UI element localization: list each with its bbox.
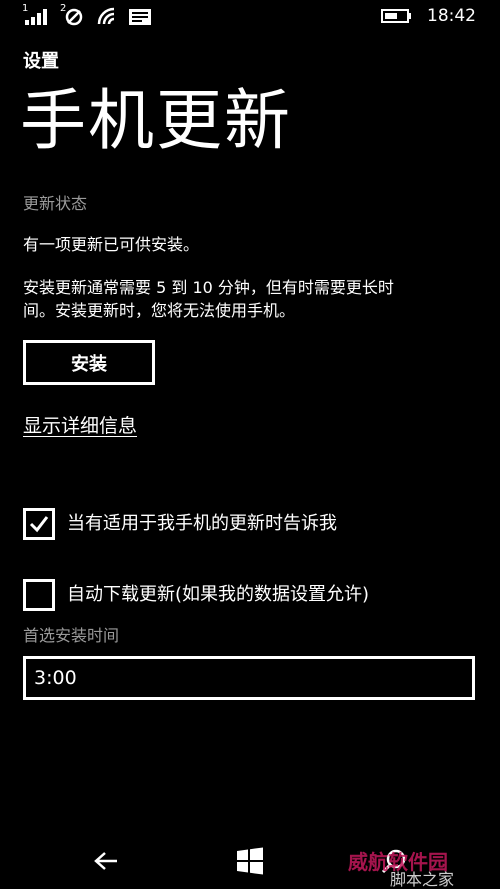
windows-logo-icon [237,847,263,875]
show-details-link[interactable]: 显示详细信息 [23,413,137,439]
svg-text:脚本之家: 脚本之家 [390,870,454,887]
signal-strength-sim2-icon: 2 [60,4,86,26]
notify-updates-option[interactable]: 当有适用于我手机的更新时告诉我 [23,508,337,540]
status-bar: 1 2 18:42 [0,0,500,34]
watermark-logo: 威航软件园 脚本之家 [348,850,454,887]
wifi-icon [96,6,118,26]
auto-download-option[interactable]: 自动下载更新(如果我的数据设置允许) [23,579,369,611]
status-bar-right: 18:42 [381,6,476,26]
install-button[interactable]: 安装 [23,340,155,385]
navigation-bar: 威航软件园 脚本之家 [0,833,500,889]
page-title: 手机更新 [20,82,292,159]
update-description-line1: 安装更新通常需要 5 到 10 分钟，但有时需要更长时 [23,278,394,297]
start-button[interactable] [230,845,270,877]
notify-updates-label: 当有适用于我手机的更新时告诉我 [67,513,337,534]
install-time-picker[interactable]: 3:00 [23,656,475,700]
back-button[interactable] [86,845,126,877]
notify-updates-checkbox[interactable] [23,508,55,540]
back-arrow-icon [94,852,117,870]
update-status-message: 有一项更新已可供安装。 [23,235,200,254]
checkmark-icon [29,516,49,533]
install-time-value: 3:00 [34,667,77,689]
update-status-label: 更新状态 [23,194,88,213]
signal-strength-sim1-icon: 1 [22,4,50,26]
update-description-line2: 间。安装更新时，您将无法使用手机。 [23,301,296,320]
message-notification-icon [128,8,152,26]
status-bar-left: 1 2 [22,4,152,26]
auto-download-label: 自动下载更新(如果我的数据设置允许) [67,584,370,605]
battery-icon [381,8,413,24]
auto-download-checkbox[interactable] [23,579,55,611]
clock: 18:42 [427,6,476,26]
app-title: 设置 [23,51,59,72]
install-time-label: 首选安装时间 [23,626,120,645]
